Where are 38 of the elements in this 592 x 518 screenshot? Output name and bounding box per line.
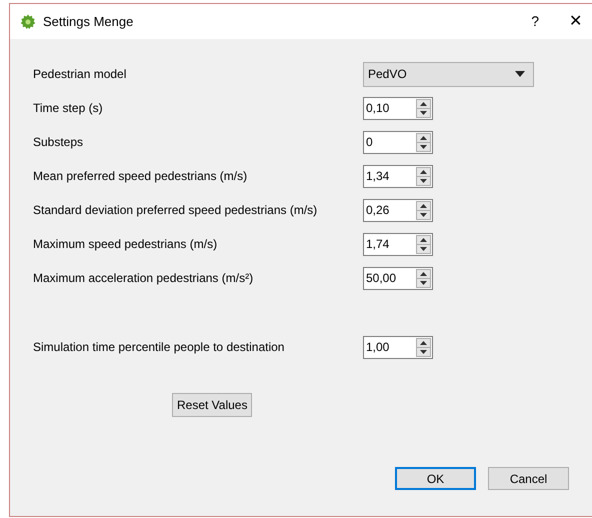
field-label: Standard deviation preferred speed pedestrians (m/s): [33, 202, 318, 219]
spin-up-icon[interactable]: [417, 100, 430, 108]
spin-box[interactable]: 1,74: [363, 232, 433, 256]
spin-up-icon[interactable]: [417, 270, 430, 278]
reset-values-button[interactable]: Reset Values: [172, 393, 252, 417]
help-button[interactable]: ?: [531, 11, 539, 32]
spin-up-icon[interactable]: [417, 134, 430, 142]
spin-box[interactable]: 0,26: [363, 198, 433, 222]
field-label: Maximum acceleration pedestrians (m/s²): [33, 270, 254, 287]
dialog-button[interactable]: OK: [395, 467, 476, 490]
field-label: Substeps: [33, 134, 84, 151]
close-button[interactable]: ✕: [569, 10, 582, 34]
spin-box[interactable]: 0: [363, 130, 433, 154]
field-label: Mean preferred speed pedestrians (m/s): [33, 168, 248, 185]
spin-down-icon[interactable]: [417, 348, 430, 356]
spin-down-icon[interactable]: [417, 244, 430, 252]
spin-down-icon[interactable]: [417, 176, 430, 184]
field-label: Maximum speed pedestrians (m/s): [33, 236, 218, 253]
spin-up-icon[interactable]: [417, 338, 430, 346]
spin-up-icon[interactable]: [417, 168, 430, 176]
model-dropdown[interactable]: PedVO: [363, 62, 534, 86]
spin-box[interactable]: 50,00: [363, 266, 433, 290]
field-label: Time step (s): [33, 100, 104, 117]
field-label: Pedestrian model: [33, 66, 128, 83]
spin-box[interactable]: 1,00: [363, 336, 433, 358]
spin-box[interactable]: 0,10: [363, 96, 433, 120]
spin-down-icon[interactable]: [417, 278, 430, 286]
dialog-button[interactable]: Cancel: [488, 467, 569, 490]
gear-icon: [20, 14, 36, 30]
field-label: Simulation time percentile people to destination: [33, 339, 286, 356]
spin-down-icon[interactable]: [417, 108, 430, 116]
spin-box[interactable]: 1,34: [363, 164, 433, 188]
spin-down-icon[interactable]: [417, 210, 430, 218]
spin-up-icon[interactable]: [417, 236, 430, 244]
spin-down-icon[interactable]: [417, 142, 430, 150]
window-title: Settings Menge: [43, 12, 134, 31]
dropdown-caret-icon: [515, 71, 525, 77]
spin-up-icon[interactable]: [417, 202, 430, 210]
